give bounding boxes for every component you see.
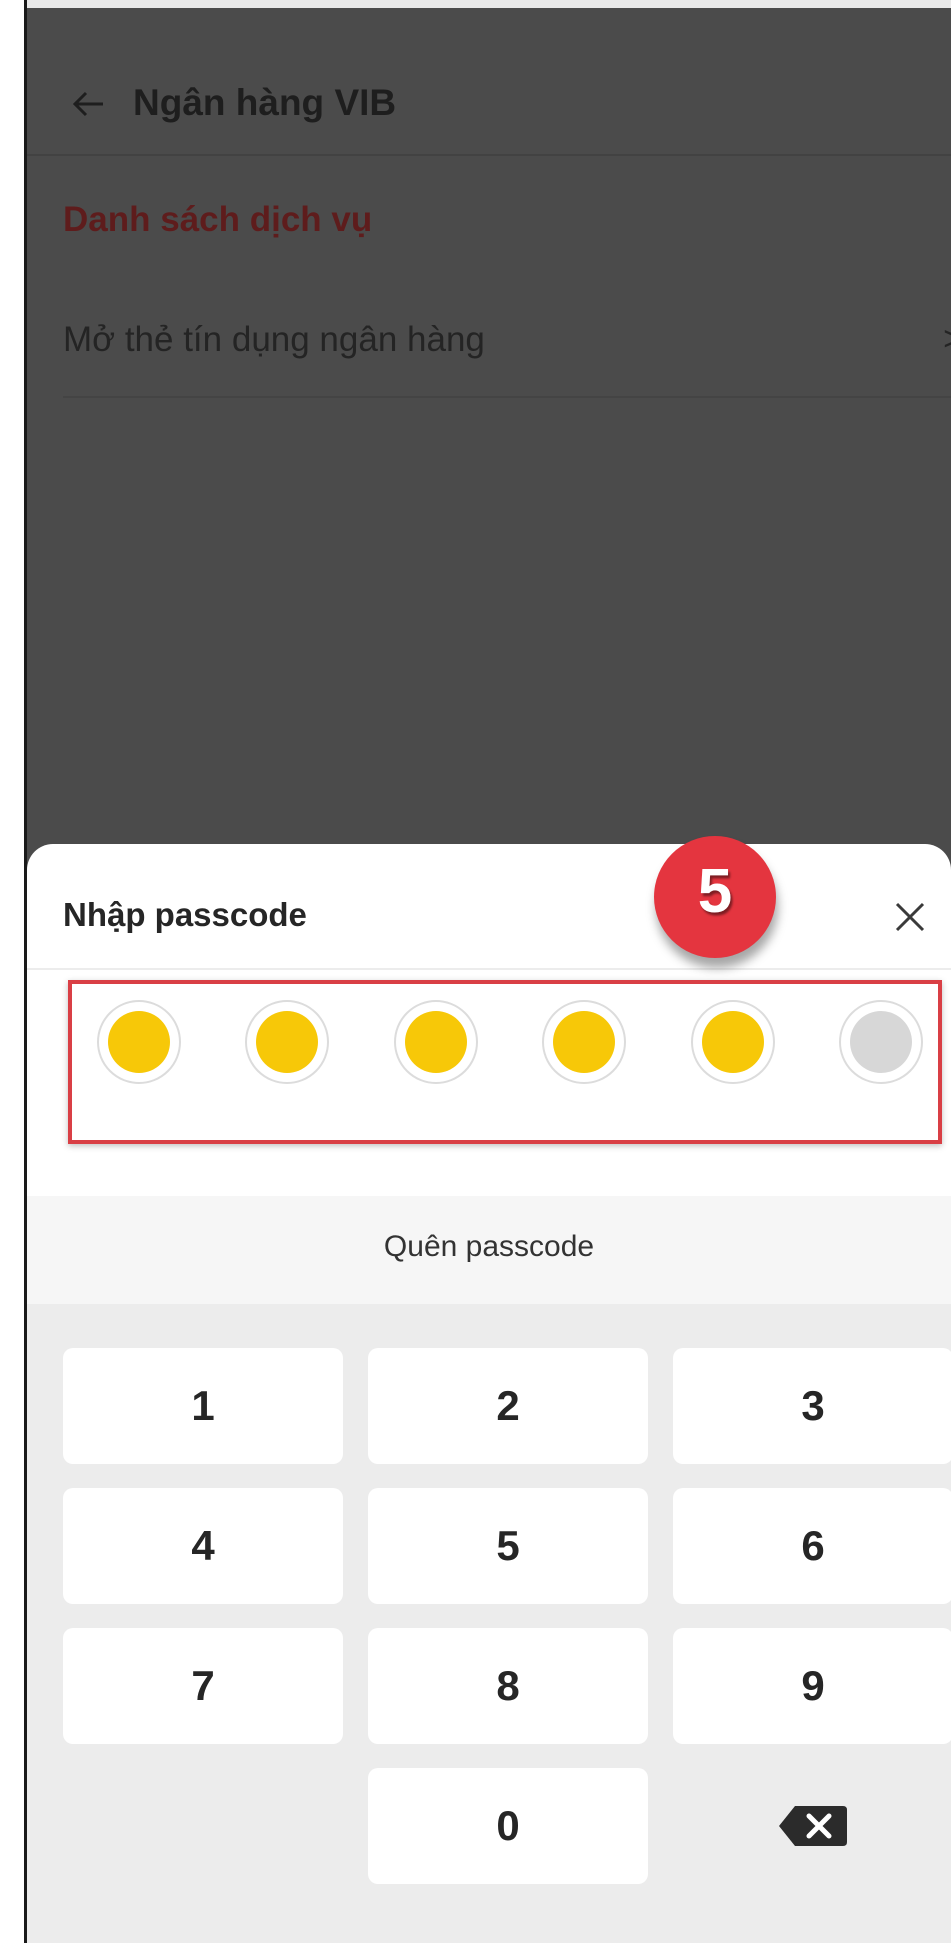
frame-top-edge [24, 0, 951, 8]
forgot-passcode-area: Quên passcode [27, 1196, 951, 1304]
close-icon[interactable] [893, 900, 927, 934]
key-0[interactable]: 0 [368, 1768, 648, 1884]
key-3[interactable]: 3 [673, 1348, 951, 1464]
dots-highlight-box [68, 980, 942, 1144]
chevron-right-icon: > [943, 320, 951, 359]
backspace-button[interactable] [673, 1768, 951, 1884]
key-4[interactable]: 4 [63, 1488, 343, 1604]
key-8[interactable]: 8 [368, 1628, 648, 1744]
page-title: Ngân hàng VIB [133, 82, 397, 123]
sheet-header: Nhập passcode [27, 844, 951, 970]
arrow-left-icon[interactable] [71, 86, 107, 122]
sheet-title: Nhập passcode [63, 896, 307, 933]
section-title: Danh sách dịch vụ [63, 200, 373, 239]
numeric-keypad: 1 2 3 4 5 6 7 8 9 0 [27, 1304, 951, 1943]
forgot-passcode-link[interactable]: Quên passcode [27, 1230, 951, 1264]
step-badge: 5 [640, 836, 788, 960]
step-badge-number: 5 [697, 857, 733, 926]
service-item-credit-card[interactable]: Mở thẻ tín dụng ngân hàng > [63, 288, 951, 398]
service-item-label: Mở thẻ tín dụng ngân hàng [63, 320, 485, 359]
key-9[interactable]: 9 [673, 1628, 951, 1744]
key-6[interactable]: 6 [673, 1488, 951, 1604]
key-5[interactable]: 5 [368, 1488, 648, 1604]
key-2[interactable]: 2 [368, 1348, 648, 1464]
frame-left-edge [24, 0, 27, 1943]
app-header: Ngân hàng VIB [27, 8, 951, 156]
backspace-icon [779, 1806, 847, 1846]
key-1[interactable]: 1 [63, 1348, 343, 1464]
key-7[interactable]: 7 [63, 1628, 343, 1744]
